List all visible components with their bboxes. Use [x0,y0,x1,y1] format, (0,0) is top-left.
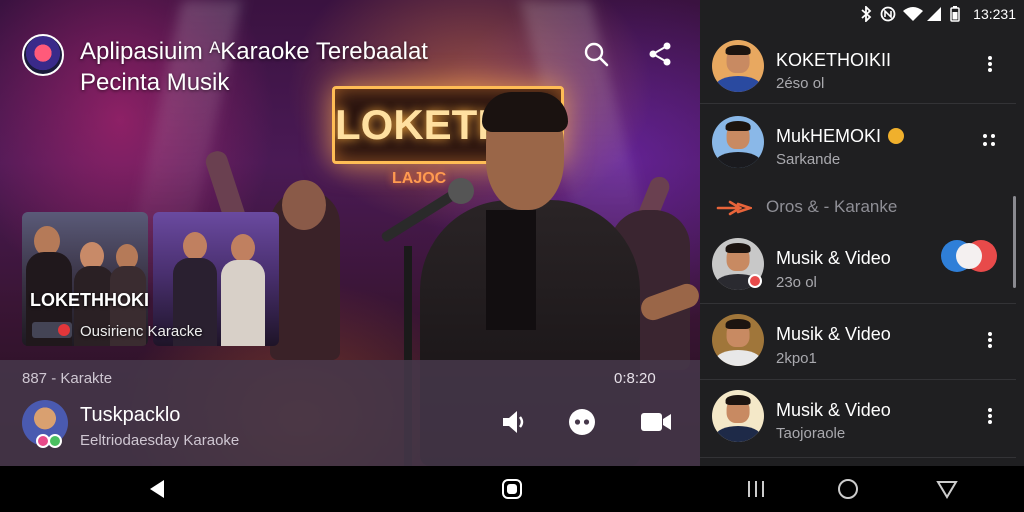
list-item[interactable]: Musik & Video 2kpo1 [700,304,1016,380]
player-artist-name: Tuskpacklo [80,404,181,426]
signal-icon [927,7,941,21]
wifi-icon [903,7,923,21]
app-title: Aplipasiuim ᴬKaraoke Terebaalat Pecinta … [80,38,428,96]
status-time: 13:231 [973,6,1016,22]
list-item[interactable]: KOKETHOIKII 2éso ol [700,28,1016,104]
grid-dots-icon[interactable] [980,130,998,152]
list-item-subtitle: Sarkande [776,151,841,168]
list-item-subtitle: 2éso ol [776,75,825,92]
share-icon[interactable] [646,40,674,68]
list-item-subtitle: 2kpo1 [776,350,817,367]
kebab-menu-icon[interactable] [982,330,998,352]
avatar [712,116,764,168]
volume-icon[interactable] [500,408,528,436]
avatar [712,40,764,92]
toggle-switch[interactable] [940,239,998,273]
list-item-title: Musik & Video [776,248,891,268]
list-item-title: Musik & Video [776,400,891,420]
player-track-label: 887 - Karakte [22,370,113,387]
featured-video-title: LOKETHHOKI [30,290,149,310]
verified-badge-icon [888,128,905,144]
list-item-subtitle: Taojoraole [776,425,846,442]
player-time: 0:8:20 [614,370,656,387]
stage-sign-subtext: LAJOC [392,170,447,187]
hero-stage-image: LOKETHOKI LAJOC Aplipasiuim ᴬKaraoke Ter… [0,0,700,466]
camera-icon[interactable] [640,408,672,436]
player-subtitle: Eeltriodaesday Karaoke [80,432,240,449]
back-icon[interactable] [146,478,168,500]
home-circle-icon[interactable] [837,478,859,500]
list-item[interactable]: MukHEMOKI Sarkande [700,104,1016,182]
kebab-menu-icon[interactable] [982,406,998,428]
status-bar: 13:231 [700,0,1024,28]
karaoke-section-icon [716,200,752,216]
search-icon[interactable] [582,40,610,68]
list-item[interactable]: Musik & Video Taojoraole [700,380,1016,458]
nfc-icon [880,6,896,22]
avatar [712,390,764,442]
section-header: Oros & - Karanke [766,197,898,216]
list-item-title: MukHEMOKI [776,126,905,147]
featured-video-caption: Ousirienc Karacke [80,323,203,340]
list-item-title: Musik & Video [776,324,891,344]
list-item-title: KOKETHOIKII [776,50,892,70]
now-playing-bar[interactable]: 887 - Karakte 0:8:20 Tuskpacklo Eeltriod… [0,360,700,466]
player-avatar[interactable] [22,400,68,448]
list-item-subtitle: 23o ol [776,274,817,291]
app-logo[interactable] [22,34,64,76]
kebab-menu-icon[interactable] [982,54,998,76]
more-options-icon[interactable] [568,408,596,436]
bluetooth-icon [861,6,872,22]
back-triangle-icon[interactable] [936,478,958,500]
recent-apps-icon[interactable] [745,478,767,500]
live-badge-icon [32,322,72,338]
home-icon[interactable] [501,478,523,500]
battery-icon [950,6,960,22]
live-indicator-icon [748,274,762,288]
avatar [712,314,764,366]
